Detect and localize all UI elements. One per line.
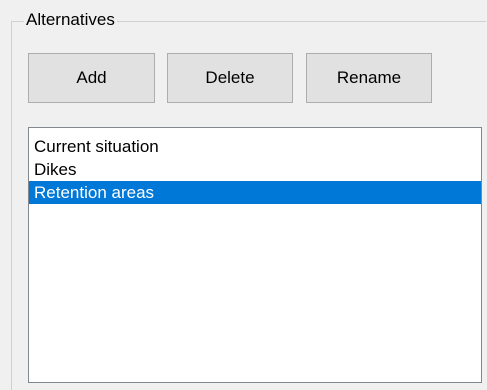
rename-button[interactable]: Rename (306, 53, 432, 103)
groupbox-title: Alternatives (24, 10, 117, 30)
list-item[interactable]: Current situation (29, 135, 481, 158)
alternatives-listbox[interactable]: Current situation Dikes Retention areas (28, 127, 482, 383)
add-button[interactable]: Add (28, 53, 155, 103)
list-item[interactable]: Dikes (29, 158, 481, 181)
list-item[interactable]: Retention areas (29, 181, 481, 204)
delete-button[interactable]: Delete (167, 53, 293, 103)
